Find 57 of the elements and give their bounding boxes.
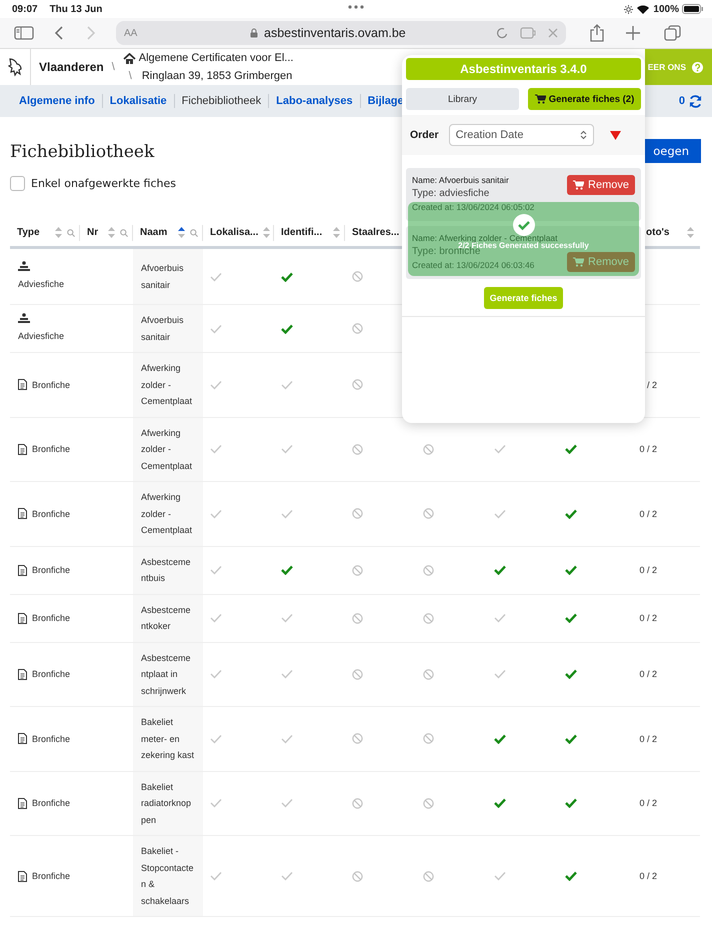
page-title: Fichebibliotheek xyxy=(10,141,154,162)
type-label: Bronfiche xyxy=(32,564,70,577)
order-label: Order xyxy=(410,129,439,141)
address-link[interactable]: Ringlaan 39, 1853 Grimbergen xyxy=(142,70,292,82)
type-label: Adviesfiche xyxy=(18,330,64,343)
type-label: Bronfiche xyxy=(32,378,70,392)
photo-count: 0 / 2 xyxy=(639,797,657,810)
type-label: Bronfiche xyxy=(32,870,70,883)
type-label: Bronfiche xyxy=(32,508,70,520)
battery-percent: 100% xyxy=(653,4,679,14)
checkbox-label[interactable]: Enkel onafgewerkte fiches xyxy=(31,177,176,190)
popup-tab[interactable]: Generate fiches (2) xyxy=(528,88,641,110)
type-label: Bronfiche xyxy=(32,732,70,746)
column-header[interactable]: Naam xyxy=(140,227,168,238)
column-header[interactable]: Identifi... xyxy=(281,227,322,238)
nav-tab[interactable]: Bijlage xyxy=(368,93,404,109)
remove-button[interactable]: Remove xyxy=(567,175,635,195)
column-header[interactable]: Staalres... xyxy=(352,227,400,238)
photo-count: 0 / 2 xyxy=(639,612,657,625)
fiche-name: Name: Afvoerbuis sanitair xyxy=(412,175,510,185)
photo-count: 0 / 2 xyxy=(639,668,657,681)
status-date: Thu 13 Jun xyxy=(50,4,102,14)
fiche-name: Name: Afwerking zolder - Cementplaat xyxy=(412,233,558,243)
url-text: asbestinventaris.ovam.be xyxy=(264,26,407,40)
nav-tab[interactable]: Lokalisatie xyxy=(110,93,167,109)
popup-tab[interactable]: Library xyxy=(406,88,519,110)
brand-name[interactable]: Vlaanderen xyxy=(31,49,112,85)
nav-tab[interactable]: Fichebibliotheek xyxy=(182,93,262,109)
type-label: Bronfiche xyxy=(32,797,70,810)
created-date: Created at: 13/06/2024 06:05:02 xyxy=(412,202,534,212)
breadcrumb-link[interactable]: Algemene Certificaten voor El... xyxy=(138,52,294,64)
photo-count: 0 / 2 xyxy=(639,870,657,883)
photo-count: 0 / 2 xyxy=(639,732,657,746)
column-header[interactable]: Type xyxy=(17,227,40,238)
add-button[interactable]: oegen xyxy=(645,139,701,163)
column-header[interactable]: oto's xyxy=(646,227,670,238)
popup-title: Asbestinventaris 3.4.0 xyxy=(406,58,641,80)
type-label: Adviesfiche xyxy=(18,278,64,291)
created-date: Created at: 13/06/2024 06:03:46 xyxy=(412,260,536,270)
breadcrumb-separator: \ xyxy=(128,70,132,82)
nav-tab[interactable]: Algemene info xyxy=(19,93,95,109)
breadcrumb-separator: \ xyxy=(112,60,115,75)
address-field[interactable]: AA asbestinventaris.ovam.be xyxy=(116,21,566,45)
photo-count: 0 / 2 xyxy=(639,443,657,456)
fiche-type: Type: adviesfiche xyxy=(412,188,490,199)
type-label: Bronfiche xyxy=(32,668,70,681)
column-header[interactable]: Nr xyxy=(87,227,98,238)
photo-count: 0 / 2 xyxy=(639,564,657,577)
clock-time: 09:07 xyxy=(12,4,38,14)
order-select[interactable]: Creation Date xyxy=(448,124,594,146)
photo-count: / 2 xyxy=(646,378,657,392)
column-header[interactable]: Lokalisa... xyxy=(210,227,258,238)
photo-count: 0 / 2 xyxy=(639,508,657,520)
count-label: 0 xyxy=(678,95,685,107)
type-label: Bronfiche xyxy=(32,612,70,625)
nav-tab[interactable]: Labo-analyses xyxy=(276,93,353,109)
type-label: Bronfiche xyxy=(32,443,70,456)
